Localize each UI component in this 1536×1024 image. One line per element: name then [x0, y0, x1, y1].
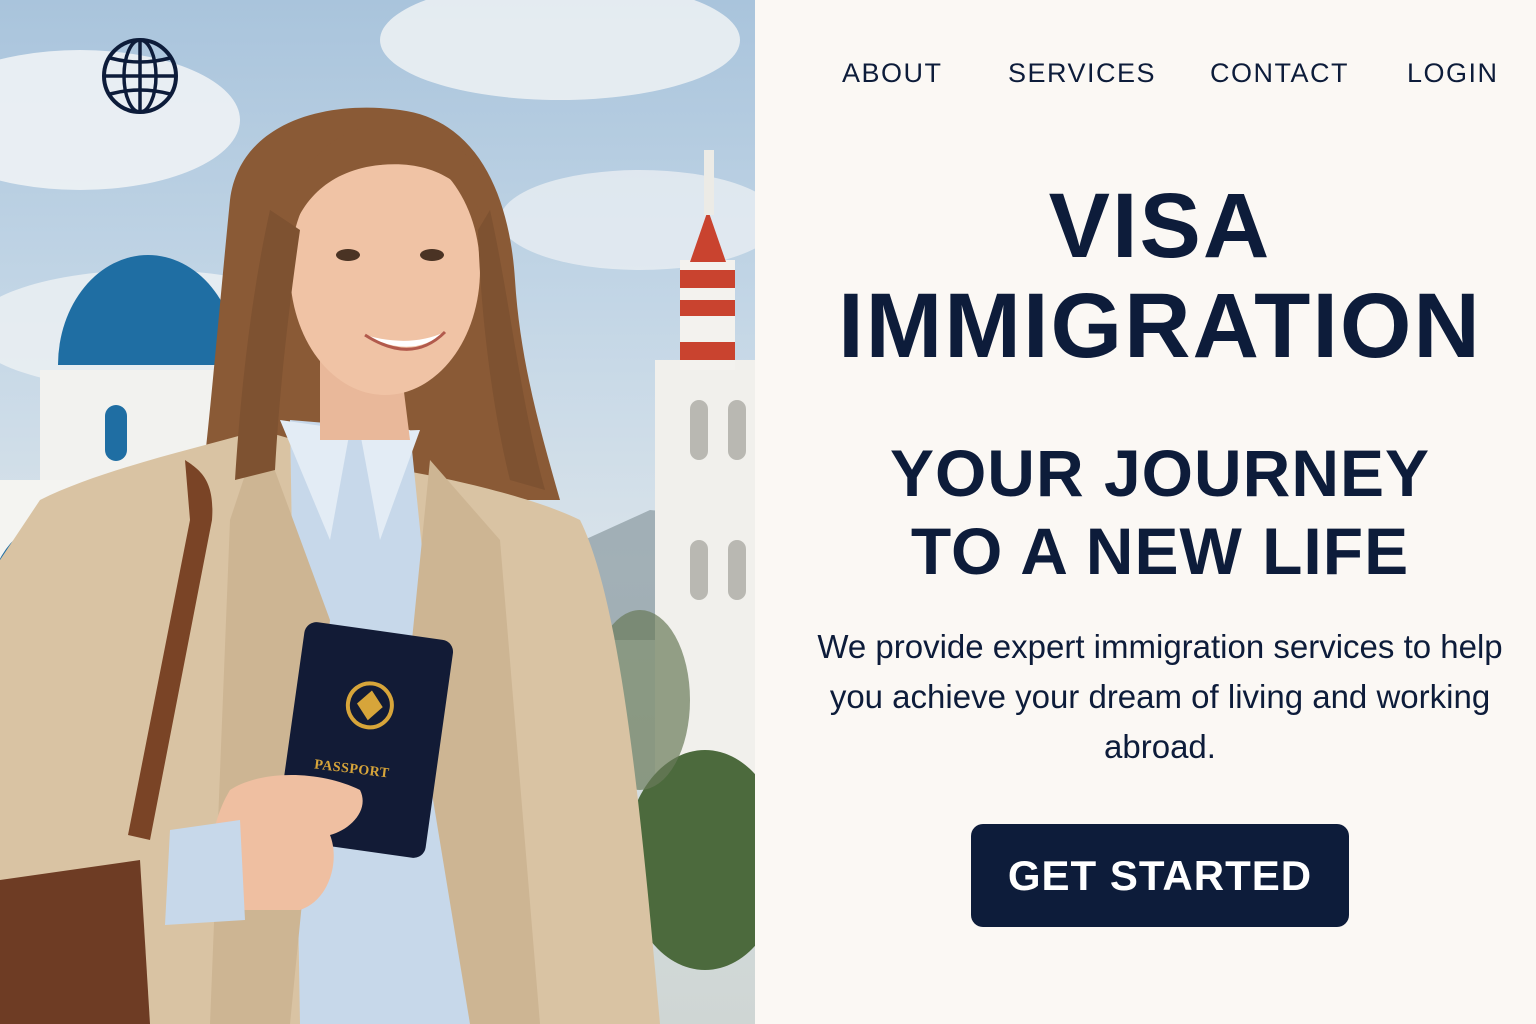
page-subtitle: YOUR JOURNEY TO A NEW LIFE — [755, 434, 1536, 590]
page-title: VISA IMMIGRATION — [755, 176, 1536, 376]
top-nav: ABOUT SERVICES CONTACT LOGIN — [755, 58, 1536, 92]
nav-about[interactable]: ABOUT — [842, 58, 943, 89]
hero-content: ABOUT SERVICES CONTACT LOGIN VISA IMMIGR… — [755, 0, 1536, 1024]
subtitle-line-2: TO A NEW LIFE — [910, 514, 1410, 588]
nav-login[interactable]: LOGIN — [1407, 58, 1499, 89]
hero-photo: PASSPORT — [0, 0, 755, 1024]
subtitle-line-1: YOUR JOURNEY — [889, 436, 1431, 510]
nav-services[interactable]: SERVICES — [1008, 58, 1156, 89]
globe-icon[interactable] — [100, 36, 180, 116]
get-started-button[interactable]: GET STARTED — [971, 824, 1349, 927]
hero-description: We provide expert immigration services t… — [817, 628, 1503, 765]
title-line-2: IMMIGRATION — [838, 275, 1482, 377]
title-line-1: VISA — [1048, 175, 1272, 277]
nav-contact[interactable]: CONTACT — [1210, 58, 1349, 89]
landing-page: PASSPORT ABOUT SERVICES CONTACT LOGIN VI… — [0, 0, 1536, 1024]
woman-with-passport-image — [0, 0, 755, 1024]
